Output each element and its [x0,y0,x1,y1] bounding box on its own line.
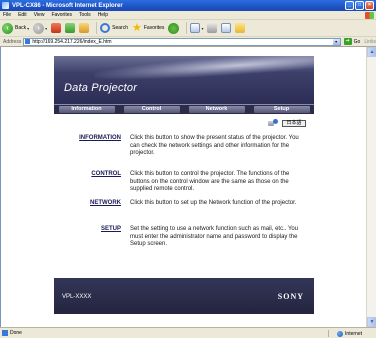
banner-title: Data Projector [64,82,138,94]
home-icon [79,23,90,33]
edit-page-icon [221,23,232,33]
page-nav: Information Control Network Setup [54,104,314,114]
favorites-label: Favorites [143,25,165,31]
back-arrow-icon: ‹ [2,22,13,34]
language-row: 日本語 [268,119,306,127]
menu-view[interactable]: View [34,12,45,18]
page-viewport: Data Projector Information Control Netwo… [0,47,376,327]
standard-toolbar: ‹ Back ▾ › ▾ Search ★ Favorites ▾ [0,20,376,37]
folder-button[interactable] [235,23,246,33]
address-dropdown-button[interactable]: ▾ [332,38,340,45]
status-text: Done [10,330,22,336]
page-banner: Data Projector [54,56,314,104]
projector-page: Data Projector Information Control Netwo… [54,56,314,318]
stop-button[interactable] [51,23,62,33]
maximize-button[interactable]: □ [355,1,364,10]
menu-help[interactable]: Help [98,12,108,18]
forward-arrow-icon: › [33,22,45,34]
setup-description: Set the setting to use a network functio… [130,226,299,247]
stop-icon [51,23,62,33]
status-bar: Done Internet [0,327,376,338]
address-label: Address [3,38,22,45]
information-description: Click this button to show the present st… [130,135,299,156]
nav-control-button[interactable]: Control [123,106,180,113]
security-zone: Internet [328,330,362,337]
menu-favorites[interactable]: Favorites [51,12,72,18]
forward-button[interactable]: › ▾ [33,22,48,34]
zone-label: Internet [345,330,362,337]
search-button[interactable]: Search [100,23,128,33]
nav-information-button[interactable]: Information [58,106,115,113]
vertical-scrollbar[interactable]: ▲ ▼ [366,47,376,327]
favorites-button[interactable]: ★ Favorites [132,22,165,34]
language-icon [268,119,278,127]
scroll-up-button[interactable]: ▲ [367,47,376,57]
favorites-star-icon: ★ [132,22,142,34]
search-label: Search [112,25,128,31]
minimize-button[interactable]: _ [345,1,354,10]
print-button[interactable] [207,23,218,33]
sony-logo: SONY [277,292,304,301]
windows-logo-icon [365,12,374,19]
control-link[interactable]: CONTROL [51,171,121,177]
page-icon [25,39,31,44]
history-icon [168,22,180,34]
mail-icon [190,23,201,33]
page-done-icon [2,330,8,336]
home-button[interactable] [79,23,90,33]
chevron-down-icon: ▾ [45,25,48,31]
window-controls: _ □ × [345,1,374,10]
footer-model-name: VPL-XXXX [62,294,92,300]
banner-highlight [93,56,314,85]
close-button[interactable]: × [365,1,374,10]
nav-network-button[interactable]: Network [188,106,245,113]
go-label: Go [353,38,361,45]
network-link[interactable]: NETWORK [51,200,121,206]
toolbar-separator [186,22,188,34]
back-label: Back [15,25,27,31]
internet-globe-icon [337,330,344,337]
menu-tools[interactable]: Tools [79,12,91,18]
chevron-down-icon: ▾ [27,25,30,31]
menu-edit[interactable]: Edit [18,12,27,18]
window-title: VPL-CX86 - Microsoft Internet Explorer [12,2,123,9]
go-arrow-icon: ➔ [343,38,352,45]
menu-file[interactable]: File [3,12,11,18]
go-button[interactable]: ➔ Go [343,38,361,45]
search-icon [100,23,111,33]
toolbar-separator [96,22,98,34]
edit-button[interactable] [221,23,232,33]
history-button[interactable] [168,22,180,34]
scroll-down-button[interactable]: ▼ [367,317,376,327]
page-footer: VPL-XXXX SONY [54,278,314,314]
back-button[interactable]: ‹ Back ▾ [2,22,30,34]
links-label[interactable]: Links [364,39,376,45]
network-description: Click this button to set up the Network … [130,200,297,206]
refresh-button[interactable] [65,23,76,33]
print-icon [207,23,218,33]
refresh-icon [65,23,76,33]
control-description: Click this button to control the project… [130,171,290,192]
folder-icon [235,23,246,33]
address-input[interactable]: http://169.254.217.226/index_E.htm ▾ [23,37,341,46]
menu-bar: File Edit View Favorites Tools Help [0,11,376,20]
japanese-language-button[interactable]: 日本語 [282,119,306,127]
setup-link[interactable]: SETUP [51,226,121,232]
window-titlebar: VPL-CX86 - Microsoft Internet Explorer _… [0,0,376,11]
ie-app-icon [2,2,9,9]
address-url: http://169.254.217.226/index_E.htm [32,38,112,45]
information-link[interactable]: INFORMATION [51,135,121,141]
mail-button[interactable]: ▾ [190,23,203,33]
address-bar: Address http://169.254.217.226/index_E.h… [0,37,376,47]
chevron-down-icon: ▾ [201,25,204,31]
nav-setup-button[interactable]: Setup [253,106,310,113]
